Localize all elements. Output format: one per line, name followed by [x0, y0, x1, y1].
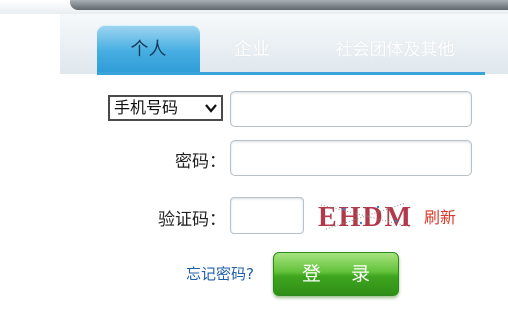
forgot-password-link[interactable]: 忘记密码? — [186, 263, 254, 284]
captcha-label: 验证码： — [158, 210, 226, 230]
captcha-refresh-link[interactable]: 刷新 — [424, 204, 456, 228]
tab-social-groups[interactable]: 社会团体及其他 — [305, 25, 485, 73]
password-input[interactable] — [230, 140, 472, 176]
tab-company[interactable]: 企业 — [212, 25, 292, 73]
header-strip — [70, 0, 508, 10]
account-type-select[interactable]: 手机号码 — [108, 95, 223, 121]
password-label: 密码： — [175, 152, 226, 172]
account-type-value: 手机号码 — [114, 98, 179, 117]
captcha-text: EHDM — [318, 202, 413, 233]
login-button[interactable]: 登 录 — [273, 252, 399, 296]
chevron-down-icon — [205, 104, 217, 113]
tab-underline — [97, 72, 485, 75]
captcha-image[interactable]: EHDM — [316, 197, 416, 233]
captcha-input[interactable] — [230, 197, 304, 234]
phone-input[interactable] — [230, 91, 472, 127]
tab-personal[interactable]: 个人 — [97, 25, 200, 73]
